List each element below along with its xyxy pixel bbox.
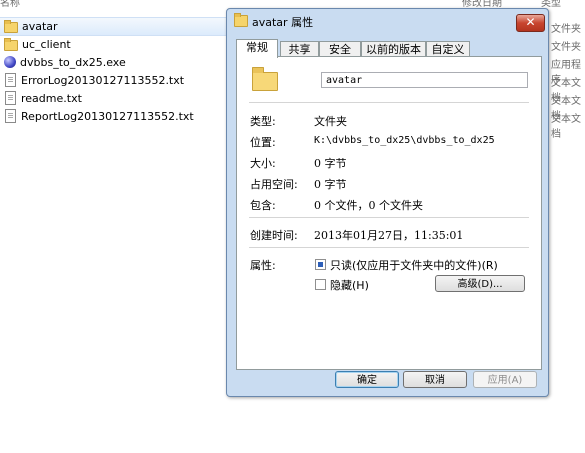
dialog-title: avatar 属性 (252, 16, 314, 29)
attributes-label: 属性: (250, 259, 276, 272)
contains-value: 0 个文件，0 个文件夹 (314, 199, 423, 212)
file-row-reportlog[interactable]: ReportLog20130127113552.txt (4, 107, 194, 125)
text-file-icon (5, 109, 16, 123)
type-column-header[interactable]: 类型 (541, 0, 561, 8)
cancel-button[interactable]: 取消 (403, 371, 467, 388)
apply-button[interactable]: 应用(A) (473, 371, 537, 388)
advanced-button[interactable]: 高级(D)... (435, 275, 525, 292)
text-file-icon (5, 73, 16, 87)
exe-icon (4, 56, 16, 68)
column-header: 名称 修改日期 类型 (0, 0, 585, 8)
hidden-checkbox[interactable] (315, 279, 326, 290)
folder-icon (252, 67, 278, 91)
hidden-checkbox-label[interactable]: 隐藏(H) (330, 277, 369, 293)
size-label: 大小: (250, 157, 276, 170)
name-column-header[interactable]: 名称 (0, 0, 20, 8)
file-row-errorlog[interactable]: ErrorLog20130127113552.txt (4, 71, 184, 89)
ok-button[interactable]: 确定 (335, 371, 399, 388)
file-name: ErrorLog20130127113552.txt (21, 73, 185, 87)
folder-icon (4, 19, 18, 33)
file-name: dvbbs_to_dx25.exe (20, 55, 126, 69)
type-value: 文件夹 (314, 115, 347, 128)
file-name: uc_client (22, 37, 71, 51)
date-column-header[interactable]: 修改日期 (462, 0, 502, 8)
tab-sharing[interactable]: 共享 (280, 41, 319, 57)
contains-label: 包含: (250, 199, 276, 212)
created-label: 创建时间: (250, 229, 298, 242)
file-name: readme.txt (21, 91, 82, 105)
folder-icon (4, 37, 18, 51)
size-value: 0 字节 (314, 157, 347, 170)
location-value: K:\dvbbs_to_dx25\dvbbs_to_dx25 (314, 135, 495, 146)
type-label: 类型: (250, 115, 276, 128)
tab-customize[interactable]: 自定义 (426, 41, 470, 57)
divider (249, 102, 529, 103)
close-button[interactable]: ✕ (516, 14, 545, 32)
size-on-disk-value: 0 字节 (314, 178, 347, 191)
tab-previous-versions[interactable]: 以前的版本 (361, 41, 426, 57)
file-row-exe[interactable]: dvbbs_to_dx25.exe (4, 53, 126, 71)
tab-general[interactable]: 常规 (236, 39, 278, 58)
tab-security[interactable]: 安全 (319, 41, 361, 57)
file-type: 文件夹 (551, 24, 581, 35)
properties-dialog: avatar 属性 ✕ 常规 共享 安全 以前的版本 自定义 avatar 类型… (226, 8, 549, 397)
file-name: ReportLog20130127113552.txt (21, 109, 194, 123)
created-value: 2013年01月27日，11:35:01 (314, 229, 464, 242)
folder-icon (234, 13, 248, 27)
location-label: 位置: (250, 136, 276, 149)
file-row-avatar[interactable]: avatar (4, 17, 58, 35)
readonly-checkbox-label[interactable]: 只读(仅应用于文件夹中的文件)(R) (330, 257, 498, 273)
folder-name-input[interactable]: avatar (321, 72, 528, 88)
text-file-icon (5, 91, 16, 105)
readonly-checkbox[interactable] (315, 259, 326, 270)
general-tab-panel: avatar 类型: 文件夹 位置: K:\dvbbs_to_dx25\dvbb… (236, 56, 542, 370)
file-row-uc-client[interactable]: uc_client (4, 35, 71, 53)
file-type: 文本文档 (551, 114, 581, 140)
file-row-readme[interactable]: readme.txt (4, 89, 82, 107)
divider (249, 217, 529, 218)
divider (249, 247, 529, 248)
dialog-titlebar[interactable]: avatar 属性 ✕ (227, 9, 548, 35)
size-on-disk-label: 占用空间: (250, 178, 298, 191)
file-name: avatar (22, 19, 58, 33)
file-type: 文件夹 (551, 42, 581, 53)
